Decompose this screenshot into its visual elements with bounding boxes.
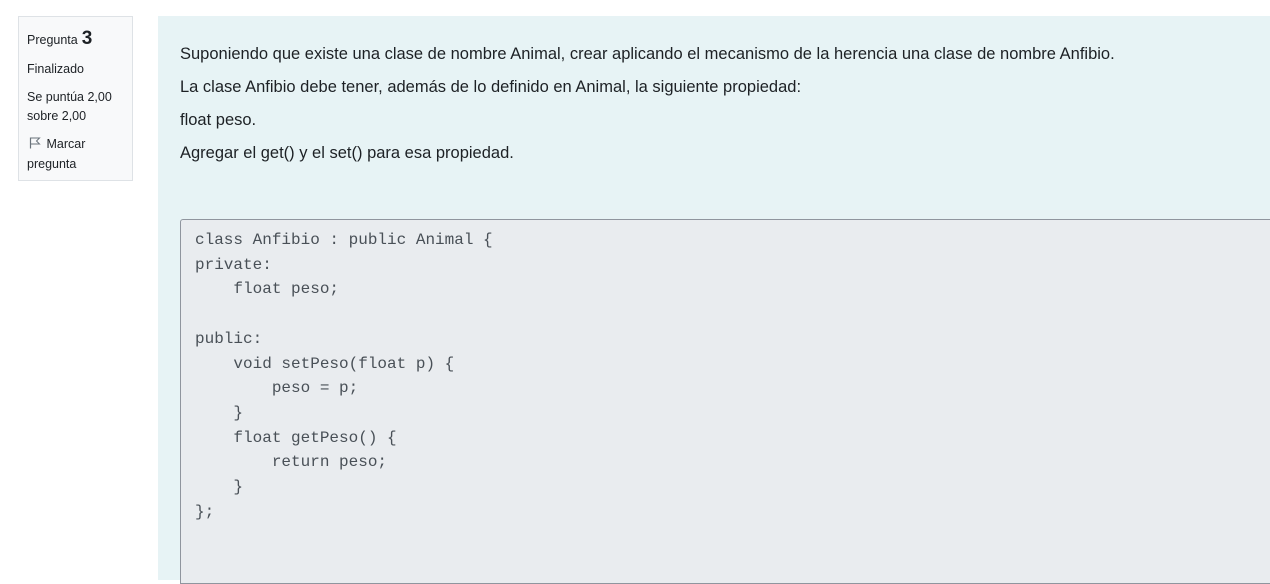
grade-line-2: sobre 2,00 <box>27 109 87 124</box>
question-paragraph: float peso. <box>180 111 257 129</box>
flag-icon <box>29 137 41 149</box>
question-info-panel: Pregunta 3 Finalizado Se puntúa 2,00 sob… <box>18 16 133 181</box>
question-number: 3 <box>81 28 93 49</box>
question-grade: Se puntúa 2,00 sobre 2,00 <box>27 88 124 126</box>
question-number-heading: Pregunta 3 <box>27 25 124 54</box>
answer-code: class Anfibio : public Animal { private:… <box>195 231 493 521</box>
grade-line-1: Se puntúa 2,00 <box>27 90 112 105</box>
answer-textarea[interactable]: class Anfibio : public Animal { private:… <box>180 219 1270 584</box>
flag-label-line-2: pregunta <box>27 157 77 172</box>
question-paragraph: La clase Anfibio debe tener, además de l… <box>180 78 802 96</box>
flag-question-button[interactable]: Marcar pregunta <box>27 134 124 174</box>
question-label: Pregunta <box>27 33 78 47</box>
question-state: Finalizado <box>27 61 84 76</box>
question-paragraph: Agregar el get() y el set() para esa pro… <box>180 144 514 162</box>
question-content: Suponiendo que existe una clase de nombr… <box>158 16 1270 584</box>
flag-label-line-1: Marcar <box>46 137 86 152</box>
question-text: Suponiendo que existe una clase de nombr… <box>180 38 1260 170</box>
question-paragraph: Suponiendo que existe una clase de nombr… <box>180 45 1115 63</box>
